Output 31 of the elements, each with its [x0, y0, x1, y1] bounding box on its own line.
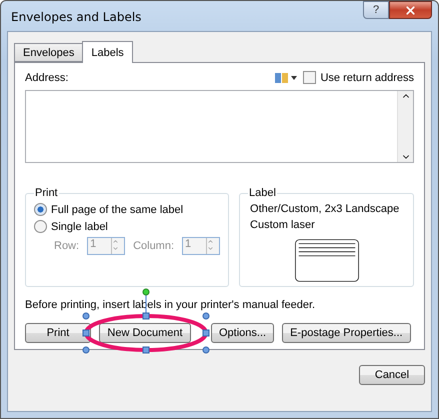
checkbox[interactable]	[303, 71, 316, 84]
dialog-button[interactable]: Print	[25, 323, 91, 343]
spin-up-icon[interactable]	[112, 238, 120, 245]
cancel-button[interactable]: Cancel	[359, 365, 425, 385]
close-icon	[404, 4, 417, 16]
window-title: Envelopes and Labels	[10, 9, 142, 24]
tab[interactable]: Envelopes	[14, 43, 84, 62]
address-label: Address:	[25, 72, 68, 84]
close-button[interactable]	[389, 1, 432, 19]
tab[interactable]: Labels	[82, 41, 133, 63]
address-book-icon[interactable]	[275, 72, 298, 84]
scrollbar[interactable]	[397, 91, 413, 162]
spin-down-icon[interactable]	[207, 245, 214, 252]
dialog-button[interactable]: E-postage Properties...	[282, 323, 411, 343]
label-info: Other/Custom, 2x3 Landscape	[249, 203, 400, 215]
checkbox-label: Use return address	[320, 72, 414, 84]
spin-down-icon[interactable]	[112, 245, 120, 252]
help-button[interactable]: ?	[363, 1, 389, 19]
group-title: Print	[34, 187, 59, 199]
radio-button[interactable]	[34, 203, 47, 216]
radio-button[interactable]	[34, 220, 47, 233]
spinner-label: Column:	[133, 240, 174, 252]
group-title: Label	[248, 187, 277, 199]
radio-label: Full page of the same label	[51, 204, 184, 216]
address-field[interactable]	[25, 90, 414, 163]
dialog-button[interactable]: New Document	[99, 323, 191, 343]
spinner-label: Row:	[54, 240, 80, 252]
dialog-button[interactable]: Options...	[211, 323, 274, 343]
label-info: Custom laser	[249, 219, 316, 231]
spin-up-icon[interactable]	[207, 238, 214, 245]
radio-label: Single label	[51, 220, 108, 232]
